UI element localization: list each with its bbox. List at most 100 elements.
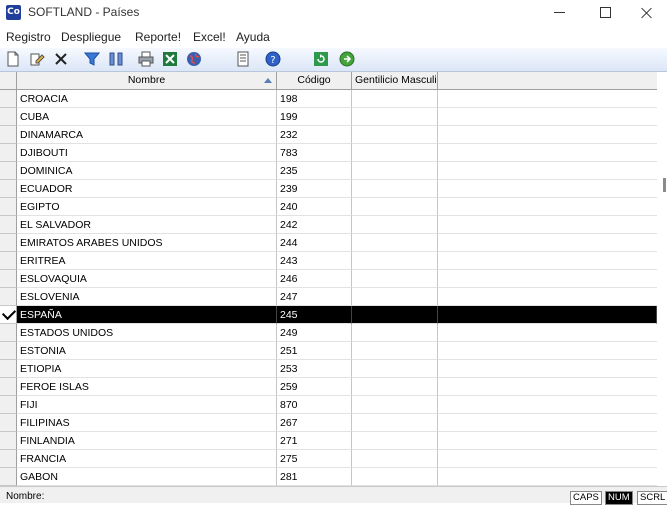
cell-nombre[interactable]: ESTADOS UNIDOS: [17, 324, 277, 342]
cell-codigo[interactable]: 232: [277, 126, 352, 144]
cell-nombre[interactable]: EGIPTO: [17, 198, 277, 216]
row-indicator[interactable]: [0, 450, 17, 468]
cell-nombre[interactable]: ECUADOR: [17, 180, 277, 198]
row-indicator[interactable]: [0, 108, 17, 126]
cell-nombre[interactable]: ESLOVENIA: [17, 288, 277, 306]
cell-codigo[interactable]: 235: [277, 162, 352, 180]
row-indicator[interactable]: [0, 432, 17, 450]
table-row[interactable]: ESTADOS UNIDOS 249: [0, 324, 657, 342]
cell-codigo[interactable]: 242: [277, 216, 352, 234]
print-icon[interactable]: [138, 51, 154, 67]
cell-codigo[interactable]: 246: [277, 270, 352, 288]
cell-gentilicio[interactable]: [352, 360, 438, 378]
table-row[interactable]: FILIPINAS 267: [0, 414, 657, 432]
cell-nombre[interactable]: EL SALVADOR: [17, 216, 277, 234]
cell-codigo[interactable]: 267: [277, 414, 352, 432]
table-row[interactable]: DINAMARCA 232: [0, 126, 657, 144]
table-row[interactable]: GABON 281: [0, 468, 657, 486]
cell-gentilicio[interactable]: [352, 198, 438, 216]
row-indicator[interactable]: [0, 144, 17, 162]
cell-codigo[interactable]: 281: [277, 468, 352, 486]
row-indicator[interactable]: [0, 252, 17, 270]
menu-despliegue[interactable]: Despliegue: [61, 30, 121, 44]
column-header-codigo[interactable]: Código: [277, 72, 352, 89]
table-row[interactable]: DJIBOUTI 783: [0, 144, 657, 162]
column-header-gentilicio[interactable]: Gentilicio Masculir: [352, 72, 438, 89]
table-row[interactable]: ECUADOR 239: [0, 180, 657, 198]
cell-gentilicio[interactable]: [352, 144, 438, 162]
cell-nombre[interactable]: FINLANDIA: [17, 432, 277, 450]
cell-gentilicio[interactable]: [352, 450, 438, 468]
navigate-icon[interactable]: [339, 51, 355, 67]
cell-nombre[interactable]: CROACIA: [17, 90, 277, 108]
cell-codigo[interactable]: 251: [277, 342, 352, 360]
cell-gentilicio[interactable]: [352, 378, 438, 396]
row-indicator[interactable]: [0, 234, 17, 252]
table-row[interactable]: CROACIA 198: [0, 90, 657, 108]
cell-gentilicio[interactable]: [352, 342, 438, 360]
cell-nombre[interactable]: ESTONIA: [17, 342, 277, 360]
cell-nombre[interactable]: FIJI: [17, 396, 277, 414]
cell-codigo[interactable]: 198: [277, 90, 352, 108]
cell-gentilicio[interactable]: [352, 108, 438, 126]
cell-codigo[interactable]: 870: [277, 396, 352, 414]
cell-nombre[interactable]: ERITREA: [17, 252, 277, 270]
table-row[interactable]: DOMINICA 235: [0, 162, 657, 180]
cell-nombre[interactable]: EMIRATOS ARABES UNIDOS: [17, 234, 277, 252]
column-header-nombre[interactable]: Nombre: [17, 72, 277, 89]
row-indicator[interactable]: [0, 270, 17, 288]
cell-codigo[interactable]: 239: [277, 180, 352, 198]
cell-codigo[interactable]: 259: [277, 378, 352, 396]
cell-gentilicio[interactable]: [352, 432, 438, 450]
table-row[interactable]: EMIRATOS ARABES UNIDOS 244: [0, 234, 657, 252]
cell-gentilicio[interactable]: [352, 180, 438, 198]
edit-icon[interactable]: [29, 51, 45, 67]
filter-icon[interactable]: [84, 51, 100, 67]
row-indicator[interactable]: [0, 360, 17, 378]
cell-gentilicio[interactable]: [352, 90, 438, 108]
cell-codigo[interactable]: 275: [277, 450, 352, 468]
cell-codigo[interactable]: 245: [277, 306, 352, 324]
cell-nombre[interactable]: GABON: [17, 468, 277, 486]
cell-gentilicio[interactable]: [352, 126, 438, 144]
row-indicator[interactable]: [0, 468, 17, 486]
row-indicator[interactable]: [0, 342, 17, 360]
cell-nombre[interactable]: DINAMARCA: [17, 126, 277, 144]
cell-nombre[interactable]: FILIPINAS: [17, 414, 277, 432]
table-row[interactable]: FRANCIA 275: [0, 450, 657, 468]
cell-gentilicio[interactable]: [352, 306, 438, 324]
close-button[interactable]: [626, 0, 666, 26]
cell-gentilicio[interactable]: [352, 396, 438, 414]
row-indicator[interactable]: [0, 198, 17, 216]
row-indicator[interactable]: [0, 396, 17, 414]
globe-icon[interactable]: [186, 51, 202, 67]
table-row[interactable]: EL SALVADOR 242: [0, 216, 657, 234]
table-row[interactable]: FINLANDIA 271: [0, 432, 657, 450]
cell-nombre[interactable]: FEROE ISLAS: [17, 378, 277, 396]
table-row[interactable]: FEROE ISLAS 259: [0, 378, 657, 396]
menu-registro[interactable]: Registro: [6, 30, 51, 44]
row-indicator[interactable]: [0, 378, 17, 396]
menu-reporte[interactable]: Reporte!: [135, 30, 181, 44]
cell-gentilicio[interactable]: [352, 270, 438, 288]
row-indicator[interactable]: [0, 305, 17, 324]
cell-codigo[interactable]: 271: [277, 432, 352, 450]
cell-codigo[interactable]: 253: [277, 360, 352, 378]
new-document-icon[interactable]: [5, 51, 21, 67]
row-indicator[interactable]: [0, 414, 17, 432]
table-row[interactable]: ESTONIA 251: [0, 342, 657, 360]
cell-gentilicio[interactable]: [352, 162, 438, 180]
cell-codigo[interactable]: 240: [277, 198, 352, 216]
table-row[interactable]: CUBA 199: [0, 108, 657, 126]
row-indicator[interactable]: [0, 324, 17, 342]
cell-nombre[interactable]: DOMINICA: [17, 162, 277, 180]
excel-icon[interactable]: [162, 51, 178, 67]
columns-icon[interactable]: [108, 51, 124, 67]
table-row[interactable]: FIJI 870: [0, 396, 657, 414]
cell-nombre[interactable]: ETIOPIA: [17, 360, 277, 378]
table-row[interactable]: ETIOPIA 253: [0, 360, 657, 378]
row-indicator[interactable]: [0, 180, 17, 198]
row-indicator[interactable]: [0, 162, 17, 180]
scrollbar[interactable]: [663, 178, 666, 192]
table-row[interactable]: ESPAÑA 245: [0, 305, 657, 324]
